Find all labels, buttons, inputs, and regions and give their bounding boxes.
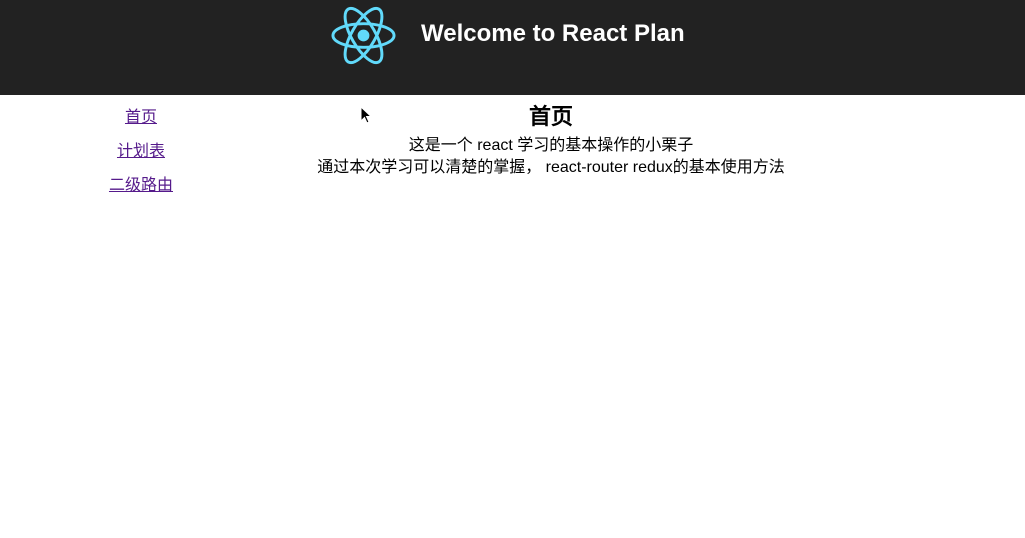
mouse-cursor-icon — [360, 106, 372, 124]
nav-link-subroute[interactable]: 二级路由 — [0, 171, 282, 195]
react-logo-icon — [331, 6, 396, 65]
nav-link-plan[interactable]: 计划表 — [0, 137, 282, 161]
intro-text: 这是一个 react 学习的基本操作的小栗子 — [408, 137, 694, 154]
description-text: 通过本次学习可以清楚的掌握， react-router redux的基本使用方法 — [317, 159, 785, 176]
app-header: Welcome to React Plan — [0, 0, 1025, 95]
app-title: Welcome to React Plan — [421, 20, 685, 47]
nav-link-home[interactable]: 首页 — [0, 103, 282, 127]
